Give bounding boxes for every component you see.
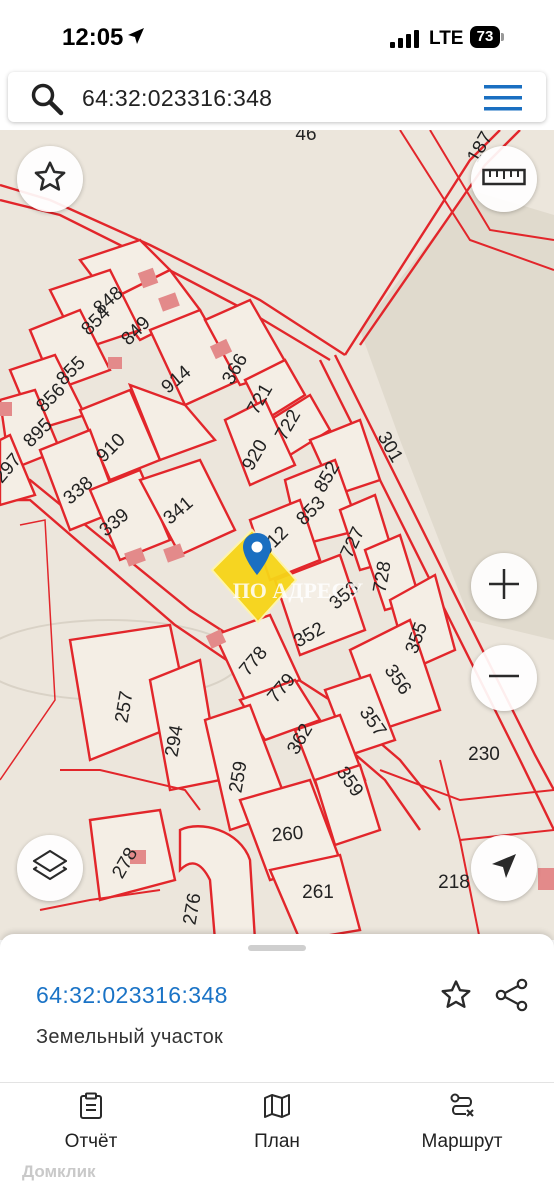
report-icon	[16, 1092, 166, 1125]
plot-label: 852	[310, 458, 344, 496]
plot-label: 362	[283, 720, 317, 758]
tab-plan[interactable]: План	[202, 1092, 352, 1153]
plot-label: 338	[60, 473, 98, 509]
share-button[interactable]	[494, 978, 530, 1017]
zoom-in-button[interactable]	[471, 553, 537, 619]
sheet-handle[interactable]	[248, 945, 306, 951]
plot-label: 218	[438, 872, 470, 893]
layers-button[interactable]	[17, 835, 83, 901]
tab-label: План	[254, 1131, 300, 1152]
plot-label: 721	[243, 380, 277, 418]
star-icon	[32, 159, 68, 200]
plot-label: 356	[380, 661, 415, 699]
plot-label: 260	[271, 823, 304, 847]
layers-icon	[31, 847, 69, 890]
menu-icon[interactable]	[484, 84, 524, 117]
plot-label: 261	[302, 882, 334, 903]
battery-icon: 73	[470, 26, 504, 48]
route-icon	[387, 1092, 537, 1125]
plot-label-layer: 848 854 849 855 856 895 297 914 366 721 …	[0, 130, 500, 927]
search-icon[interactable]	[30, 82, 64, 121]
plot-label: 779	[264, 670, 300, 708]
tab-report[interactable]: Отчёт	[16, 1092, 166, 1153]
sheet-divider	[0, 1082, 554, 1083]
brand-watermark: Домклик	[22, 1162, 96, 1181]
plus-icon	[487, 567, 521, 606]
property-type: Земельный участок	[36, 1026, 224, 1048]
plot-label: 357	[355, 703, 390, 741]
battery-level: 73	[476, 28, 494, 45]
bottom-sheet: 64:32:023316:348 Земельный участок Отчёт	[0, 934, 554, 1200]
search-input[interactable]: 64:32:023316:348	[82, 85, 272, 112]
status-bar: 12:05 LTE 73	[0, 0, 554, 75]
tab-label: Маршрут	[421, 1131, 503, 1152]
plot-label: 276	[179, 892, 205, 927]
plot-label: 294	[161, 723, 187, 758]
minus-icon	[487, 659, 521, 698]
star-icon	[441, 980, 471, 1008]
plot-label: 778	[236, 643, 272, 681]
plot-label: 301	[373, 428, 407, 466]
network-type: LTE	[429, 28, 464, 49]
plot-label: 366	[218, 350, 252, 388]
location-arrow-icon	[127, 27, 145, 50]
zoom-out-button[interactable]	[471, 645, 537, 711]
plot-label: 728	[369, 560, 395, 595]
plot-label: 895	[19, 414, 56, 451]
favorite-button[interactable]	[438, 978, 474, 1017]
map-pin-icon[interactable]	[242, 532, 272, 581]
plot-label: 914	[158, 361, 196, 398]
plot-label: 359	[332, 763, 367, 801]
plot-label: 910	[92, 429, 129, 466]
tab-label: Отчёт	[64, 1131, 118, 1152]
plot-label: 341	[160, 493, 198, 529]
plot-label: 849	[117, 312, 154, 349]
plot-label: 352	[290, 618, 328, 652]
plot-label: 46	[295, 130, 316, 145]
plot-label: 339	[96, 505, 134, 541]
navigation-arrow-icon	[490, 852, 518, 885]
share-icon	[495, 978, 528, 1012]
plot-label: 230	[468, 744, 500, 765]
plot-label: 257	[111, 690, 137, 725]
search-bar[interactable]: 64:32:023316:348	[8, 72, 546, 122]
cadastral-map[interactable]: 848 854 849 855 856 895 297 914 366 721 …	[0, 130, 554, 940]
cellular-signal-icon	[390, 30, 420, 53]
plot-label: 920	[238, 436, 272, 474]
ruler-icon	[482, 166, 526, 193]
map-watermark: ПО АДРЕСУ	[233, 578, 364, 603]
plot-label: 853	[292, 492, 329, 529]
plot-label: 355	[402, 620, 433, 657]
plot-label: 727	[337, 524, 369, 562]
favorite-map-button[interactable]	[17, 146, 83, 212]
plot-label: 259	[225, 760, 251, 795]
status-time: 12:05	[62, 24, 124, 51]
my-location-button[interactable]	[471, 835, 537, 901]
cadastral-number[interactable]: 64:32:023316:348	[36, 982, 228, 1009]
plot-label: 278	[108, 844, 142, 882]
tab-route[interactable]: Маршрут	[387, 1092, 537, 1153]
plot-label: 722	[271, 406, 305, 444]
ruler-button[interactable]	[471, 146, 537, 212]
map-plan-icon	[202, 1092, 352, 1125]
plot-label: 297	[0, 450, 26, 488]
